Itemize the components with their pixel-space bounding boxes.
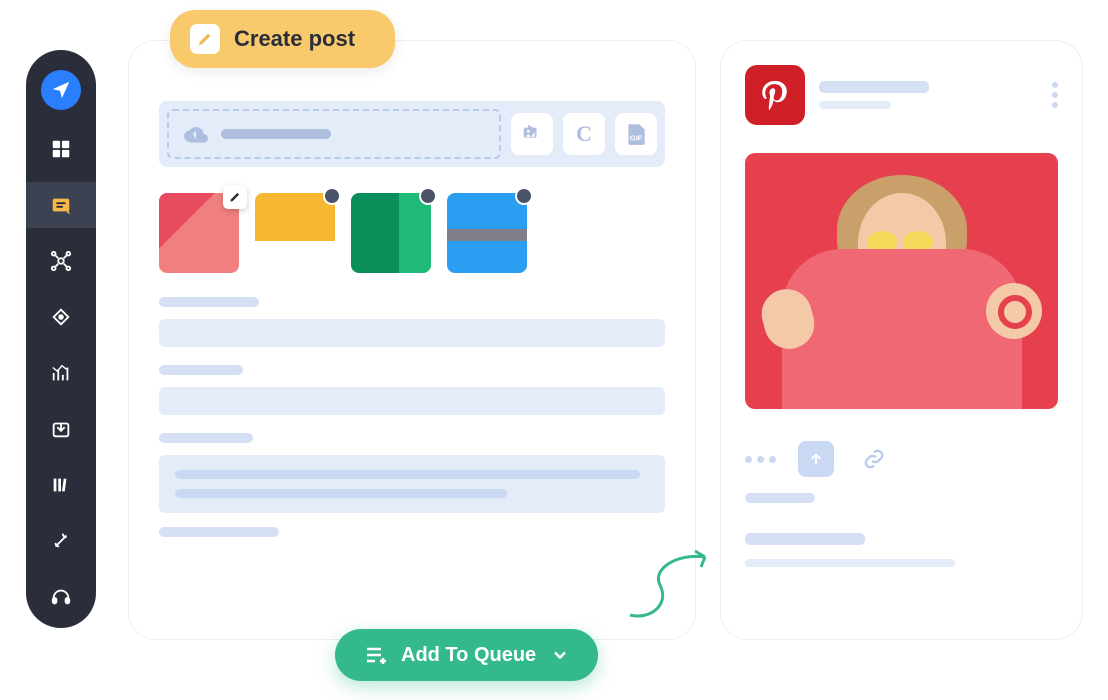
- preview-subtitle-line: [819, 101, 891, 109]
- more-menu-icon[interactable]: [1052, 82, 1058, 108]
- remove-icon[interactable]: [515, 187, 533, 205]
- thumbnail-4[interactable]: [447, 193, 527, 273]
- media-button[interactable]: [511, 113, 553, 155]
- preview-caption-line: [745, 493, 815, 503]
- upload-placeholder-line: [221, 129, 331, 139]
- field-label-3: [159, 433, 253, 443]
- thumbnail-1[interactable]: [159, 193, 239, 273]
- network-icon[interactable]: [38, 238, 84, 284]
- remove-icon[interactable]: [323, 187, 341, 205]
- upload-bar: C GIF: [159, 101, 665, 167]
- thumbnail-2[interactable]: [255, 193, 335, 273]
- compose-icon[interactable]: [26, 182, 96, 228]
- sidebar-nav: [26, 50, 96, 628]
- dashboard-icon[interactable]: [38, 126, 84, 172]
- preview-panel: [720, 40, 1083, 640]
- field-textarea[interactable]: [159, 455, 665, 513]
- preview-meta-title: [745, 533, 865, 545]
- more-horizontal-icon[interactable]: [745, 456, 776, 463]
- logo-icon[interactable]: [41, 70, 81, 110]
- preview-actions: [745, 441, 1058, 477]
- preview-meta-sub: [745, 559, 955, 567]
- remove-icon[interactable]: [419, 187, 437, 205]
- field-label-2: [159, 365, 243, 375]
- pencil-icon: [190, 24, 220, 54]
- add-to-queue-button[interactable]: Add To Queue: [335, 629, 598, 681]
- queue-icon: [363, 643, 387, 667]
- share-up-icon[interactable]: [798, 441, 834, 477]
- create-post-pill[interactable]: Create post: [170, 10, 395, 68]
- chevron-down-icon: [550, 645, 570, 665]
- create-post-label: Create post: [234, 26, 355, 52]
- library-icon[interactable]: [38, 462, 84, 508]
- connector-arrow: [620, 545, 720, 625]
- queue-label: Add To Queue: [401, 644, 536, 667]
- composer-panel: C GIF: [128, 40, 696, 640]
- field-input-2[interactable]: [159, 387, 665, 415]
- svg-text:GIF: GIF: [630, 134, 643, 143]
- preview-header: [745, 65, 1058, 125]
- preview-title-line: [819, 81, 929, 93]
- preview-image: [745, 153, 1058, 409]
- gif-button[interactable]: GIF: [615, 113, 657, 155]
- inbox-icon[interactable]: [38, 406, 84, 452]
- analytics-icon[interactable]: [38, 350, 84, 396]
- edit-icon[interactable]: [223, 185, 247, 209]
- upload-dropzone[interactable]: [167, 109, 501, 159]
- thumbnail-row: [159, 193, 665, 273]
- field-label-1: [159, 297, 259, 307]
- target-icon[interactable]: [38, 294, 84, 340]
- thumbnail-3[interactable]: [351, 193, 431, 273]
- support-icon[interactable]: [38, 574, 84, 620]
- field-input-1[interactable]: [159, 319, 665, 347]
- tools-icon[interactable]: [38, 518, 84, 564]
- canva-button[interactable]: C: [563, 113, 605, 155]
- composer-fields: [159, 297, 665, 537]
- link-icon[interactable]: [856, 441, 892, 477]
- pinterest-icon: [745, 65, 805, 125]
- field-footer-line: [159, 527, 279, 537]
